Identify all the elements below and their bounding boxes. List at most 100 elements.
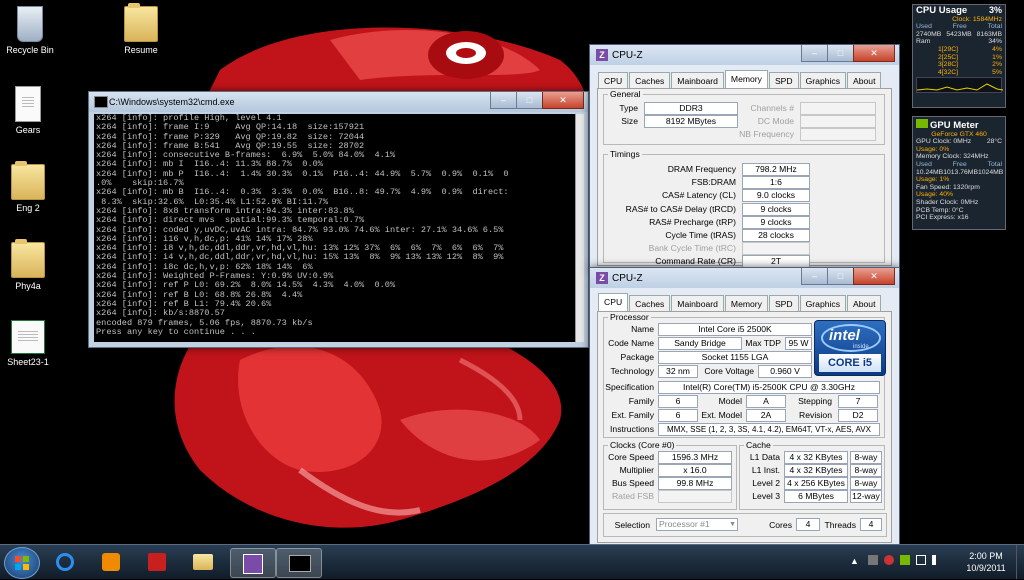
- size-value: 8192 MBytes: [644, 115, 738, 128]
- nvidia-logo-icon: [916, 119, 928, 128]
- ram-used: 2740MB: [916, 30, 942, 38]
- timing-label: CAS# Latency (CL): [661, 190, 736, 201]
- console-icon: [289, 555, 311, 572]
- intel-brand: intel: [829, 327, 860, 344]
- processor-select-value: Processor #1: [659, 519, 710, 529]
- gpu-gadget-title: GPU Meter: [930, 120, 979, 131]
- desktop-icon-eng-2[interactable]: Eng 2: [0, 161, 64, 213]
- desktop-icon-sheet23-1[interactable]: Sheet23-1: [0, 320, 64, 367]
- desktop-icon-resume[interactable]: Resume: [105, 3, 177, 55]
- folder-icon: [11, 239, 45, 278]
- cpuz-memory-window[interactable]: Z CPU-Z – □ ✕ CPU Caches Mainboard Memor…: [589, 44, 900, 270]
- cpuz-cpu-window[interactable]: Z CPU-Z – □ ✕ CPU Caches Mainboard Memor…: [589, 267, 900, 548]
- show-hidden-icons-icon[interactable]: ▲: [850, 556, 859, 566]
- stepping-label: Stepping: [798, 396, 832, 406]
- timing-value: 9 clocks: [742, 215, 810, 229]
- minimize-button[interactable]: –: [490, 92, 517, 109]
- desktop-icon-label: Gears: [15, 125, 41, 135]
- instructions-value: MMX, SSE (1, 2, 3, 3S, 4.1, 4.2), EM64T,…: [658, 423, 880, 436]
- gpu-meter-gadget[interactable]: GPU Meter GeForce GTX 460 GPU Clock: 0MH…: [912, 116, 1006, 230]
- cmd-window[interactable]: C:\Windows\system32\cmd.exe – □ ✕ x264 […: [88, 91, 589, 348]
- close-button[interactable]: ✕: [853, 45, 895, 62]
- close-button[interactable]: ✕: [542, 92, 584, 109]
- specification-label: Specification: [605, 382, 654, 392]
- processor-select[interactable]: Processor #1 ▼: [656, 518, 738, 531]
- revision-value: D2: [838, 409, 878, 422]
- tab-memory[interactable]: Memory: [724, 70, 768, 90]
- desktop-icon-recycle-bin[interactable]: Recycle Bin: [0, 6, 66, 55]
- cpu-core-percent: 2%: [992, 61, 1002, 69]
- cache-way-value: 12-way: [850, 490, 882, 503]
- cpu-core-label: 3[28C]: [938, 61, 959, 69]
- taskbar-internet-explorer[interactable]: [44, 548, 88, 576]
- cache-way-value: 8-way: [850, 464, 882, 477]
- cpuz-titlebar[interactable]: Z CPU-Z – □ ✕: [590, 268, 899, 288]
- timing-value: 798.2 MHz: [742, 163, 810, 176]
- document-icon: [15, 86, 41, 122]
- cpuz-title: CPU-Z: [612, 49, 643, 61]
- tray-security-icon[interactable]: [884, 555, 894, 565]
- cpu-usage-gadget[interactable]: CPU Usage 3% Clock: 1584MHz Used Free Tota…: [912, 4, 1006, 108]
- cpu-core-list: 1[29C] 4% 2[25C] 1% 3[28C] 2% 4[32C] 5%: [916, 46, 1002, 76]
- total-header: Total: [987, 23, 1002, 31]
- taskbar-explorer[interactable]: [182, 548, 226, 576]
- intel-inside: inside: [853, 344, 869, 350]
- tab-cpu[interactable]: CPU: [598, 293, 629, 313]
- taskbar-cmd[interactable]: [276, 548, 322, 578]
- dc-mode-label: DC Mode: [757, 116, 794, 126]
- ram-percent: 34%: [988, 38, 1002, 46]
- cpu-core-row: 2[25C] 1%: [916, 54, 1002, 62]
- maximize-button[interactable]: □: [827, 268, 854, 285]
- rated-fsb-value: [658, 490, 732, 503]
- bus-speed-value: 99.8 MHz: [658, 477, 732, 490]
- desktop-icon-phy4a[interactable]: Phy4a: [0, 239, 64, 291]
- gpu-shader-clock: Shader Clock: 0MHz: [916, 198, 979, 206]
- model-value: A: [746, 395, 786, 408]
- cache-level-label: Level 3: [752, 491, 780, 501]
- start-button[interactable]: [4, 547, 40, 579]
- taskbar-media-player[interactable]: [90, 548, 134, 576]
- show-desktop-button[interactable]: [1016, 545, 1024, 579]
- minimize-button[interactable]: –: [801, 268, 828, 285]
- cpu-clock: Clock: 1584MHz: [952, 15, 1002, 23]
- processor-legend: Processor: [610, 312, 649, 322]
- folder-icon: [193, 554, 213, 570]
- taskbar: ▲ 2:00 PM 10/9/2011: [0, 544, 1024, 579]
- taskbar-cpuz[interactable]: [230, 548, 276, 578]
- tray-nvidia-icon[interactable]: [900, 555, 910, 565]
- codename-value: Sandy Bridge: [658, 337, 742, 350]
- console-output[interactable]: x264 [info]: profile High, level 4.1 x264…: [94, 114, 580, 342]
- maximize-button[interactable]: □: [516, 92, 543, 109]
- tray-volume-icon[interactable]: [932, 555, 942, 565]
- minimize-button[interactable]: –: [801, 45, 828, 62]
- close-button[interactable]: ✕: [853, 268, 895, 285]
- ram-label: Ram: [916, 38, 931, 46]
- clock-time[interactable]: 2:00 PM: [958, 551, 1014, 561]
- used-header: Used: [916, 23, 932, 31]
- dc-mode-value: [800, 115, 876, 128]
- cpu-core-label: 2[25C]: [938, 53, 959, 61]
- timing-label: FSB:DRAM: [691, 177, 736, 188]
- timing-label: Bank Cycle Time (tRC): [648, 243, 736, 254]
- cpu-core-label: 1[29C]: [938, 45, 959, 53]
- maximize-button[interactable]: □: [827, 45, 854, 62]
- name-value: Intel Core i5 2500K: [658, 323, 812, 336]
- cpu-usage-value: 3%: [988, 5, 1002, 15]
- clock-date[interactable]: 10/9/2011: [958, 563, 1014, 573]
- taskbar-acrobat[interactable]: [136, 548, 180, 576]
- cpu-core-row: 1[29C] 4%: [916, 46, 1002, 54]
- desktop-icon-gears[interactable]: Gears: [0, 86, 64, 135]
- cache-size-value: 4 x 256 KBytes: [784, 477, 848, 490]
- codename-label: Code Name: [608, 338, 654, 348]
- gpu-mem-free: 1013.76MB: [943, 168, 978, 176]
- memory-panel: General Type DDR3 Size 8192 MBytes Chann…: [597, 88, 892, 269]
- cmd-titlebar[interactable]: C:\Windows\system32\cmd.exe – □ ✕: [89, 92, 588, 112]
- cpuz-titlebar[interactable]: Z CPU-Z – □ ✕: [590, 45, 899, 65]
- gpu-fan-speed: Fan Speed: 1320rpm: [916, 183, 980, 191]
- tray-app-icon[interactable]: [868, 555, 878, 565]
- ext-family-label: Ext. Family: [611, 410, 655, 420]
- console-scrollbar[interactable]: [575, 114, 584, 342]
- tray-network-icon[interactable]: [916, 555, 926, 565]
- timing-value: 28 clocks: [742, 229, 810, 242]
- threads-label: Threads: [824, 520, 856, 530]
